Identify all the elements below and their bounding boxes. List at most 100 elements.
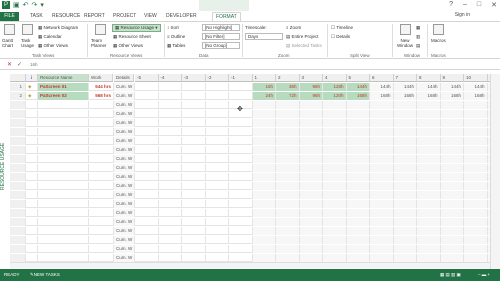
info-column-header[interactable]: i xyxy=(26,74,38,82)
timephased-cell[interactable] xyxy=(276,245,300,253)
timephased-cell[interactable] xyxy=(135,101,159,109)
timephased-cell[interactable] xyxy=(347,227,371,235)
timephased-cell[interactable] xyxy=(441,110,465,118)
timephased-cell[interactable] xyxy=(323,119,347,127)
timephased-cell[interactable] xyxy=(347,137,371,145)
work-cell[interactable] xyxy=(89,146,114,154)
timephased-cell[interactable] xyxy=(182,209,206,217)
timephased-cell[interactable] xyxy=(417,119,441,127)
timephased-cell[interactable] xyxy=(323,254,347,262)
timephased-cell[interactable] xyxy=(417,146,441,154)
timephased-cell[interactable] xyxy=(159,146,183,154)
resource-name-cell[interactable] xyxy=(38,101,89,109)
timephased-cell[interactable] xyxy=(323,128,347,136)
timephased-cell[interactable] xyxy=(182,110,206,118)
timephased-cell[interactable]: 144h xyxy=(370,83,394,91)
timephased-cell[interactable] xyxy=(182,236,206,244)
timephased-cell[interactable] xyxy=(159,119,183,127)
row-number[interactable] xyxy=(10,173,26,181)
resource-name-cell[interactable] xyxy=(38,182,89,190)
resource-name-cell[interactable] xyxy=(38,110,89,118)
timephased-cell[interactable] xyxy=(417,236,441,244)
timephased-cell[interactable] xyxy=(464,227,488,235)
timephased-cell[interactable] xyxy=(441,254,465,262)
timephased-cell[interactable] xyxy=(206,110,230,118)
timephased-cell[interactable] xyxy=(370,146,394,154)
new-window-button[interactable]: New Window xyxy=(396,38,414,48)
resource-name-cell[interactable] xyxy=(38,236,89,244)
timephased-cell[interactable] xyxy=(417,227,441,235)
timephased-cell[interactable] xyxy=(159,245,183,253)
timephased-cell[interactable] xyxy=(276,254,300,262)
table-row[interactable]: Cum. W xyxy=(10,173,490,181)
timephased-cell[interactable] xyxy=(394,128,418,136)
timephased-cell[interactable] xyxy=(135,92,159,100)
table-row[interactable]: Cum. W xyxy=(10,191,490,199)
timephased-cell[interactable] xyxy=(135,146,159,154)
work-cell[interactable]: 544 hrs xyxy=(89,83,114,91)
timephased-cell[interactable] xyxy=(441,200,465,208)
timephased-cell[interactable] xyxy=(417,245,441,253)
timephased-cell[interactable] xyxy=(276,119,300,127)
tab-report[interactable]: REPORT xyxy=(84,12,105,21)
timephased-cell[interactable] xyxy=(276,128,300,136)
timephased-cell[interactable] xyxy=(394,164,418,172)
timephased-cell[interactable] xyxy=(206,101,230,109)
timephased-cell[interactable] xyxy=(253,191,277,199)
timephased-cell[interactable] xyxy=(182,227,206,235)
table-row[interactable]: Cum. W xyxy=(10,182,490,190)
zoom-slider[interactable]: – ▬ + xyxy=(478,269,490,281)
highlight-dropdown[interactable]: [No Highlight] xyxy=(202,24,240,31)
table-row[interactable]: 2◈PaScreen 02568 hrsCum. W24h72h96h120h1… xyxy=(10,92,490,100)
timephased-cell[interactable] xyxy=(300,146,324,154)
timephased-cell[interactable] xyxy=(206,200,230,208)
timephased-cell[interactable] xyxy=(206,128,230,136)
timephased-cell[interactable] xyxy=(276,101,300,109)
timephased-cell[interactable]: 144h xyxy=(417,83,441,91)
table-row[interactable]: Cum. W xyxy=(10,209,490,217)
timephased-cell[interactable] xyxy=(394,227,418,235)
timephased-cell[interactable] xyxy=(323,227,347,235)
timephased-cell[interactable] xyxy=(253,110,277,118)
work-cell[interactable] xyxy=(89,110,114,118)
timephased-cell[interactable] xyxy=(159,155,183,163)
timephased-cell[interactable] xyxy=(182,164,206,172)
timephased-cell[interactable] xyxy=(300,155,324,163)
timephased-cell[interactable] xyxy=(441,146,465,154)
table-row[interactable]: Cum. W xyxy=(10,254,490,262)
timephased-cell[interactable] xyxy=(206,236,230,244)
entry-field[interactable]: 16h xyxy=(30,62,38,67)
timephased-cell[interactable]: 144h xyxy=(441,83,465,91)
timephased-cell[interactable] xyxy=(417,173,441,181)
timephased-cell[interactable] xyxy=(394,236,418,244)
timephased-cell[interactable] xyxy=(323,245,347,253)
timephased-cell[interactable] xyxy=(135,227,159,235)
timephased-cell[interactable] xyxy=(370,119,394,127)
work-cell[interactable] xyxy=(89,155,114,163)
timephased-cell[interactable] xyxy=(206,254,230,262)
timephased-cell[interactable] xyxy=(347,236,371,244)
table-row[interactable]: Cum. W xyxy=(10,119,490,127)
timephased-cell[interactable]: 128h xyxy=(323,83,347,91)
work-cell[interactable] xyxy=(89,191,114,199)
timephased-cell[interactable] xyxy=(159,128,183,136)
timephased-cell[interactable]: 16h xyxy=(253,83,277,91)
redo-icon[interactable]: ↷ xyxy=(32,1,38,10)
timephased-cell[interactable] xyxy=(370,110,394,118)
row-number[interactable] xyxy=(10,245,26,253)
timephased-cell[interactable] xyxy=(441,101,465,109)
timephased-cell[interactable] xyxy=(323,155,347,163)
timephased-cell[interactable] xyxy=(159,191,183,199)
timephased-cell[interactable] xyxy=(300,110,324,118)
timephased-cell[interactable] xyxy=(347,173,371,181)
timephased-cell[interactable] xyxy=(464,200,488,208)
group-dropdown[interactable]: [No Group] xyxy=(202,42,240,49)
timephased-cell[interactable] xyxy=(159,101,183,109)
row-number[interactable] xyxy=(10,182,26,190)
task-usage-button[interactable]: Task Usage xyxy=(21,38,35,48)
timephased-cell[interactable] xyxy=(135,119,159,127)
corner-header[interactable] xyxy=(10,74,26,82)
timephased-cell[interactable] xyxy=(229,155,253,163)
timephased-cell[interactable] xyxy=(206,155,230,163)
timephased-cell[interactable] xyxy=(347,200,371,208)
